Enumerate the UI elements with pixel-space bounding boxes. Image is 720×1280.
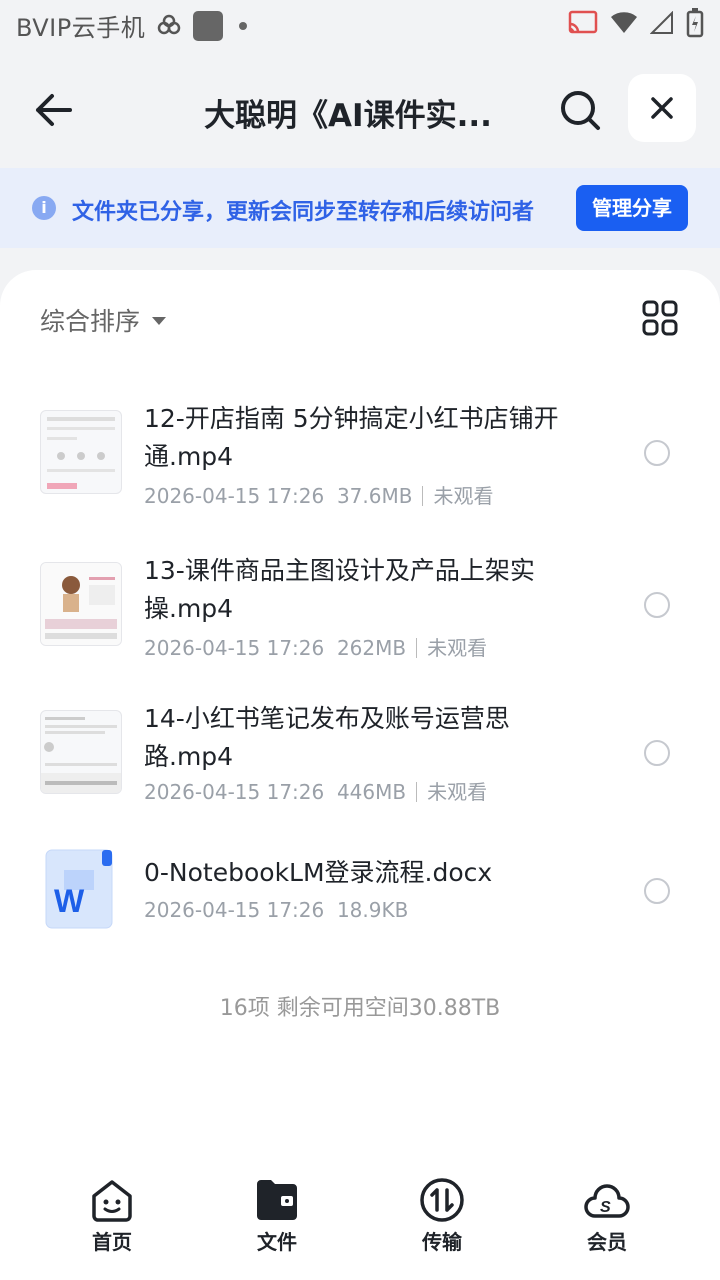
signal-icon: [650, 11, 673, 34]
watch-status: 未观看: [427, 780, 488, 804]
cloud-link-icon: [157, 14, 181, 34]
watch-status: 未观看: [427, 636, 488, 660]
file-size: 37.6MB: [336, 484, 413, 508]
share-notice-text: 文件夹已分享，更新会同步至转存和后续访问者: [72, 200, 535, 225]
info-icon: i: [32, 196, 56, 220]
file-name: 13-课件商品主图设计及产品上架实操.mp4: [144, 556, 535, 623]
file-date: 2026-04-15 17:26: [144, 484, 325, 508]
manage-share-button[interactable]: 管理分享: [576, 185, 688, 231]
storage-summary: 16项 剩余可用空间30.88TB: [219, 996, 501, 1021]
file-list-panel: 综合排序 12-开店指南 5分钟搞定小红书店铺开通.mp4 2026-04-15…: [0, 270, 720, 1280]
back-arrow-icon[interactable]: [30, 88, 78, 132]
cast-icon: [568, 10, 598, 34]
file-size: 262MB: [336, 636, 407, 660]
file-meta: 2026-04-15 17:26 262MB 未观看: [144, 632, 487, 661]
nav-files[interactable]: 文件: [232, 1176, 322, 1255]
status-bar: BVIP云手机: [0, 0, 720, 50]
file-name: 0-NotebookLM登录流程.docx: [144, 858, 493, 887]
file-size: 18.9KB: [336, 898, 409, 922]
nav-transfer-label: 传输: [422, 1230, 462, 1254]
svg-text:S: S: [600, 1199, 611, 1216]
select-radio[interactable]: [644, 740, 670, 766]
sort-label: 综合排序: [40, 307, 141, 336]
nav-transfer[interactable]: 传输: [397, 1176, 487, 1255]
video-thumbnail: [40, 562, 122, 646]
file-meta: 2026-04-15 17:26 37.6MB 未观看: [144, 480, 493, 509]
close-button[interactable]: [628, 74, 696, 142]
nav-files-label: 文件: [257, 1230, 297, 1254]
word-doc-icon: W: [45, 849, 113, 929]
nav-home[interactable]: 首页: [67, 1176, 157, 1255]
file-meta: 2026-04-15 17:26 18.9KB: [144, 898, 408, 922]
bottom-navigation: 首页 文件 传输 S 会员: [0, 1170, 720, 1280]
nav-member[interactable]: S 会员: [562, 1176, 652, 1255]
status-app-name: BVIP云手机: [16, 14, 146, 42]
file-date: 2026-04-15 17:26: [144, 898, 325, 922]
svg-text:W: W: [54, 883, 85, 919]
file-size: 446MB: [336, 780, 407, 804]
select-radio[interactable]: [644, 878, 670, 904]
header-bar: 大聪明《AI课件实...: [0, 70, 720, 150]
caret-down-icon: [152, 317, 167, 325]
transfer-icon: [420, 1178, 464, 1222]
video-thumbnail: [40, 410, 122, 494]
nav-member-label: 会员: [587, 1230, 627, 1254]
wifi-icon: [611, 12, 637, 33]
notification-dot-icon: [239, 21, 248, 30]
page-title: 大聪明《AI课件实...: [204, 98, 492, 134]
file-meta: 2026-04-15 17:26 446MB 未观看: [144, 776, 487, 805]
search-icon[interactable]: [556, 86, 604, 134]
battery-icon: [686, 8, 704, 38]
file-name: 14-小红书笔记发布及账号运营思路.mp4: [144, 704, 510, 771]
file-name: 12-开店指南 5分钟搞定小红书店铺开通.mp4: [144, 404, 559, 471]
nav-home-label: 首页: [92, 1230, 132, 1254]
watch-status: 未观看: [433, 484, 494, 508]
select-radio[interactable]: [644, 440, 670, 466]
file-date: 2026-04-15 17:26: [144, 636, 325, 660]
folder-icon: [257, 1180, 297, 1220]
select-radio[interactable]: [644, 592, 670, 618]
grid-view-icon[interactable]: [642, 300, 678, 336]
app-square-icon: [193, 10, 224, 41]
file-date: 2026-04-15 17:26: [144, 780, 325, 804]
close-icon: [651, 97, 673, 119]
sort-dropdown[interactable]: 综合排序: [40, 302, 167, 338]
video-thumbnail: [40, 710, 122, 794]
member-cloud-icon: S: [584, 1184, 630, 1218]
share-notice-banner: i 文件夹已分享，更新会同步至转存和后续访问者 管理分享: [0, 168, 720, 248]
smile-face-icon: [92, 1180, 132, 1222]
